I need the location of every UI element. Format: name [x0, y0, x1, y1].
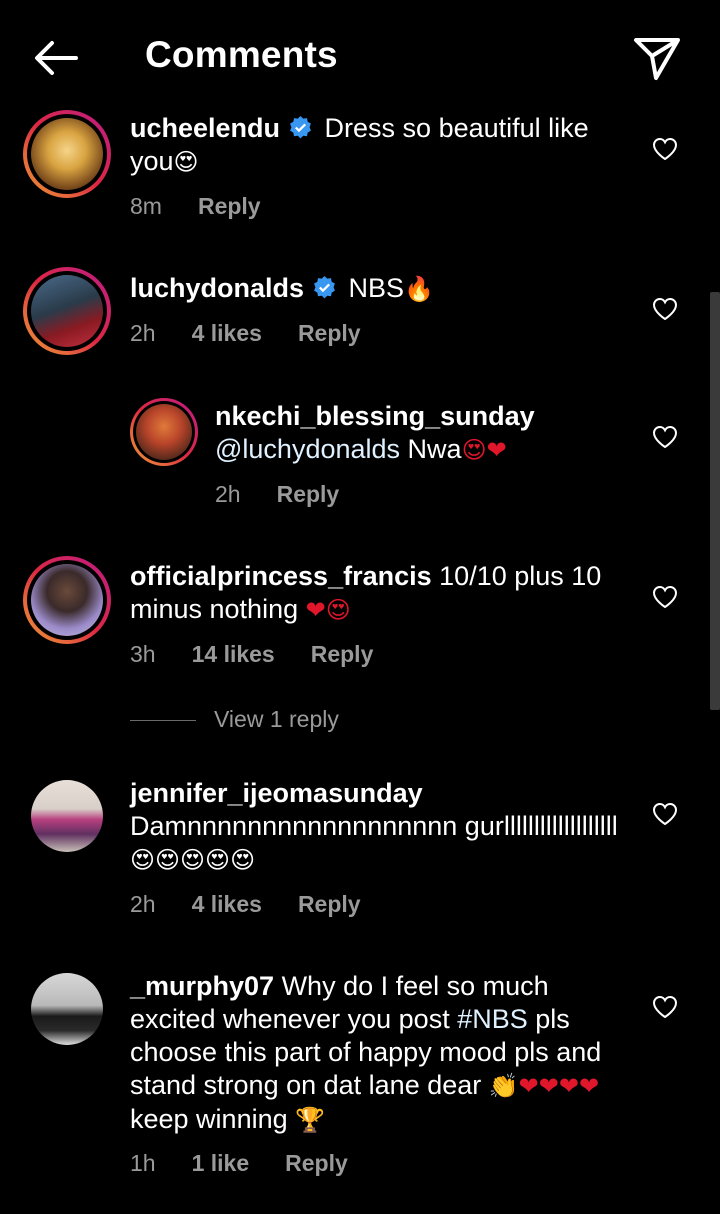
verified-badge-icon [290, 116, 311, 139]
comment-text: nkechi_blessing_sunday @luchydonalds Nwa… [215, 400, 635, 467]
comment-time: 2h [130, 320, 156, 346]
heart-icon[interactable] [652, 585, 678, 609]
comment-text: jennifer_ijeomasunday Damnnnnnnnnnnnnnnn… [130, 777, 630, 877]
heart-icon[interactable] [652, 425, 678, 449]
comment-meta: 8m Reply [130, 193, 297, 220]
comment-meta: 2h 4 likes Reply [130, 320, 397, 347]
heart-icon[interactable] [652, 802, 678, 826]
top-bar: Comments [0, 0, 720, 112]
comment-username[interactable]: jennifer_ijeomasunday [130, 778, 423, 808]
paper-plane-icon[interactable] [628, 32, 684, 84]
divider-line [130, 720, 196, 722]
heart-icon[interactable] [652, 297, 678, 321]
emoji: ❤😍 [305, 596, 351, 624]
emoji: 😍 [173, 148, 199, 176]
reply-button[interactable]: Reply [311, 641, 374, 667]
reply-button[interactable]: Reply [285, 1150, 348, 1176]
page-title: Comments [145, 34, 338, 75]
comment-username[interactable]: _murphy07 [130, 971, 274, 1001]
trophy-emoji: 🏆 [295, 1106, 326, 1134]
likes-count[interactable]: 4 likes [192, 891, 262, 917]
reply-button[interactable]: Reply [277, 481, 340, 507]
reply-button[interactable]: Reply [298, 891, 361, 917]
comment-time: 8m [130, 193, 162, 219]
comment-body: Nwa [407, 434, 462, 464]
comment-time: 3h [130, 641, 156, 667]
likes-count[interactable]: 1 like [192, 1150, 250, 1176]
likes-count[interactable]: 4 likes [192, 320, 262, 346]
emoji: 😍❤ [461, 436, 507, 464]
comment-username[interactable]: nkechi_blessing_sunday [215, 401, 535, 431]
avatar[interactable] [136, 404, 192, 460]
reply-button[interactable]: Reply [198, 193, 261, 219]
comment-meta: 1h 1 like Reply [130, 1150, 384, 1177]
comment-text: ucheelendu Dress so beautiful like you😍 [130, 112, 630, 179]
comment-time: 2h [130, 891, 156, 917]
comment-username[interactable]: officialprincess_francis [130, 561, 432, 591]
emoji: 😍😍😍😍😍 [130, 846, 256, 874]
comment-time: 2h [215, 481, 241, 507]
view-replies-label: View 1 reply [214, 706, 339, 732]
avatar[interactable] [31, 118, 103, 190]
emoji: 🔥 [404, 275, 434, 303]
emoji: 👏❤❤❤❤ [488, 1072, 600, 1100]
comment-time: 1h [130, 1150, 156, 1176]
comment-username[interactable]: ucheelendu [130, 113, 280, 143]
likes-count[interactable]: 14 likes [192, 641, 275, 667]
comment-text: luchydonalds NBS🔥 [130, 272, 630, 306]
back-arrow-icon[interactable] [28, 32, 84, 84]
heart-icon[interactable] [652, 995, 678, 1019]
avatar[interactable] [31, 973, 103, 1045]
comment-body: Damnnnnnnnnnnnnnnnnnn gurlllllllllllllll… [130, 811, 618, 841]
avatar[interactable] [31, 780, 103, 852]
avatar[interactable] [31, 275, 103, 347]
comment-body: NBS [348, 273, 405, 303]
comment-username[interactable]: luchydonalds [130, 273, 304, 303]
comment-text: _murphy07 Why do I feel so much excited … [130, 970, 635, 1137]
comment-meta: 2h Reply [215, 481, 375, 508]
comment-meta: 3h 14 likes Reply [130, 641, 409, 668]
view-replies-button[interactable]: View 1 reply [130, 706, 339, 733]
reply-button[interactable]: Reply [298, 320, 361, 346]
hashtag-link[interactable]: #NBS [457, 1004, 528, 1034]
mention-link[interactable]: @luchydonalds [215, 434, 400, 464]
verified-badge-icon [314, 276, 335, 299]
heart-icon[interactable] [652, 137, 678, 161]
scrollbar[interactable] [710, 292, 720, 710]
comment-text: officialprincess_francis 10/10 plus 10 m… [130, 560, 630, 627]
avatar[interactable] [31, 564, 103, 636]
comment-body-3: keep winning [130, 1104, 288, 1134]
comment-meta: 2h 4 likes Reply [130, 891, 397, 918]
